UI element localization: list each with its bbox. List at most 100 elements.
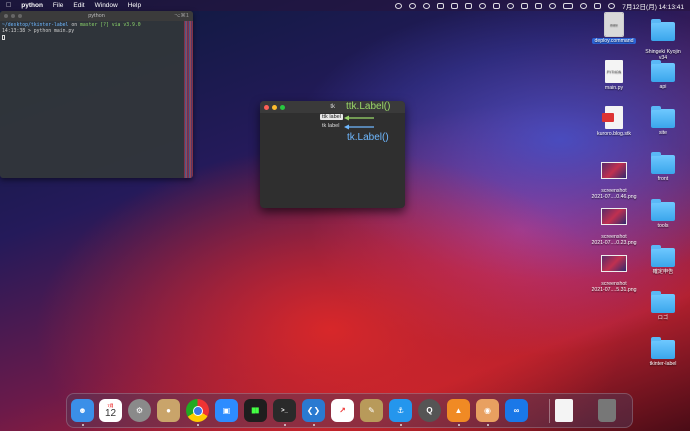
app-menu[interactable]: python — [21, 2, 43, 9]
desktop-item-label: tools — [657, 223, 669, 229]
dock-separator — [549, 399, 550, 423]
minimize-button[interactable] — [272, 105, 277, 110]
desktop-item-label: screenshot 2021-07....0.23.png — [591, 234, 637, 246]
folder-icon — [651, 291, 675, 313]
terminal-titlebar[interactable]: python ⌥⌘1 — [0, 11, 193, 21]
terminal-scroll-decoration — [184, 21, 193, 178]
desktop-folder-shingeki[interactable]: Shingeki Kyojin v34 — [636, 16, 690, 61]
folder-icon — [651, 106, 675, 128]
infinity-icon[interactable]: ∞ — [505, 399, 528, 422]
activity-monitor-icon[interactable]: █▉ — [244, 399, 267, 422]
status-icon[interactable] — [409, 2, 417, 9]
tk-window[interactable]: tk ttk label tk label — [260, 101, 405, 208]
finder-icon[interactable]: ☻ — [71, 399, 94, 422]
close-button[interactable] — [4, 14, 8, 18]
status-icon[interactable] — [479, 2, 487, 9]
folder-icon — [651, 19, 675, 41]
apple-menu-icon[interactable]:  — [6, 2, 11, 9]
system-preferences-icon[interactable]: ⚙ — [128, 399, 151, 422]
prompt-branch: master [?] via — [80, 23, 121, 28]
script-editor-icon[interactable]: ✎ — [360, 399, 383, 422]
prompt-python-version: v3.9.0 — [123, 23, 141, 28]
zoom-button[interactable] — [18, 14, 22, 18]
desktop-folder-tools[interactable]: tools — [636, 199, 690, 229]
trash-icon[interactable] — [598, 399, 616, 422]
running-indicator — [487, 424, 489, 426]
battery-icon[interactable] — [563, 2, 574, 9]
menu-edit[interactable]: Edit — [73, 2, 84, 9]
search-icon[interactable] — [580, 2, 588, 9]
desktop-item-kuroro[interactable]: kuroro.blog.stk — [587, 106, 641, 137]
status-icon[interactable] — [493, 2, 501, 9]
siri-icon[interactable] — [608, 2, 616, 9]
stocks-icon[interactable]: ↗ — [331, 399, 354, 422]
desktop-folder-logo[interactable]: ロゴ — [636, 291, 690, 321]
running-indicator — [197, 424, 199, 426]
zoom-icon[interactable]: ▣ — [215, 399, 238, 422]
menu-window[interactable]: Window — [95, 2, 118, 9]
desktop-folder-site[interactable]: site — [636, 106, 690, 136]
running-indicator — [82, 424, 84, 426]
desktop-folder-front[interactable]: front — [636, 152, 690, 182]
status-icon[interactable] — [395, 2, 403, 9]
image-icon — [601, 208, 627, 225]
ttk-annotation: ttk.Label() — [346, 101, 391, 112]
close-button[interactable] — [264, 105, 269, 110]
prompt-path: ~/desktop/tkinter-label — [2, 23, 69, 28]
bluetooth-icon[interactable] — [521, 2, 529, 9]
desktop-item-deploy-command[interactable]: exec deploy.command — [587, 12, 641, 44]
terminal-output[interactable]: ~/desktop/tkinter-label on master [?] vi… — [0, 21, 193, 44]
status-icon[interactable] — [465, 2, 473, 9]
folder-icon — [651, 337, 675, 359]
control-center-icon[interactable] — [594, 2, 602, 9]
status-icon[interactable] — [437, 2, 445, 9]
desktop-item-main-py[interactable]: PYTHON main.py — [587, 60, 641, 91]
running-indicator — [458, 424, 460, 426]
folder-icon — [651, 152, 675, 174]
vscode-icon[interactable]: ❮❯ — [302, 399, 325, 422]
drawio-icon[interactable]: ▲ — [447, 399, 470, 422]
menu-file[interactable]: File — [53, 2, 63, 9]
desktop-folder-api[interactable]: api — [636, 60, 690, 90]
desktop-item-screenshot-3[interactable]: screenshot 2021-07....5.31.png — [587, 246, 641, 293]
folder-icon — [651, 199, 675, 221]
menu-help[interactable]: Help — [128, 2, 141, 9]
terminal-title: python — [88, 13, 105, 19]
status-icon[interactable] — [507, 2, 515, 9]
prompt-on: on — [71, 23, 78, 28]
folder-icon — [651, 245, 675, 267]
status-icon[interactable] — [535, 2, 543, 9]
desktop-item-label: screenshot 2021-07....5.31.png — [591, 281, 637, 293]
desktop-item-label: kuroro.blog.stk — [596, 131, 632, 137]
annotation-arrows — [344, 115, 374, 130]
docker-icon[interactable]: ⚓ — [389, 399, 412, 422]
contacts-icon[interactable]: ● — [157, 399, 180, 422]
desktop-item-label: deploy.command — [592, 38, 636, 44]
tk-window-title: tk — [330, 104, 335, 110]
zoom-button[interactable] — [280, 105, 285, 110]
status-icon[interactable] — [451, 2, 459, 9]
document-icon[interactable] — [555, 399, 573, 422]
tk-label: tk label — [322, 123, 340, 129]
minimize-button[interactable] — [11, 14, 15, 18]
wifi-icon[interactable] — [549, 2, 557, 9]
clock[interactable]: 7月12日(月) 14:13:41 — [622, 1, 684, 11]
desktop-folder-tax[interactable]: 確定申告 — [636, 245, 690, 275]
desktop-item-label: api — [659, 84, 667, 90]
running-indicator — [313, 424, 315, 426]
desktop-item-label: 確定申告 — [652, 269, 674, 275]
chrome-icon[interactable] — [186, 399, 209, 422]
terminal-icon[interactable]: >_ — [273, 399, 296, 422]
pdf-doc-icon — [602, 106, 623, 129]
desktop-item-label: site — [658, 130, 668, 136]
tk-annotation: tk.Label() — [347, 132, 389, 143]
terminal-window[interactable]: python ⌥⌘1 ~/desktop/tkinter-label on ma… — [0, 11, 193, 178]
app-icon[interactable]: ◉ — [476, 399, 499, 422]
folder-icon — [651, 60, 675, 82]
status-icon[interactable] — [423, 2, 431, 9]
calendar-icon[interactable]: 7月 12 — [99, 399, 122, 422]
desktop-folder-tkinter-label[interactable]: tkinter-label — [636, 337, 690, 367]
desktop-item-screenshot-2[interactable]: screenshot 2021-07....0.23.png — [587, 199, 641, 246]
quicktime-icon[interactable]: Q — [418, 399, 441, 422]
desktop-item-screenshot-1[interactable]: screenshot 2021-07....0.46.png — [587, 153, 641, 200]
